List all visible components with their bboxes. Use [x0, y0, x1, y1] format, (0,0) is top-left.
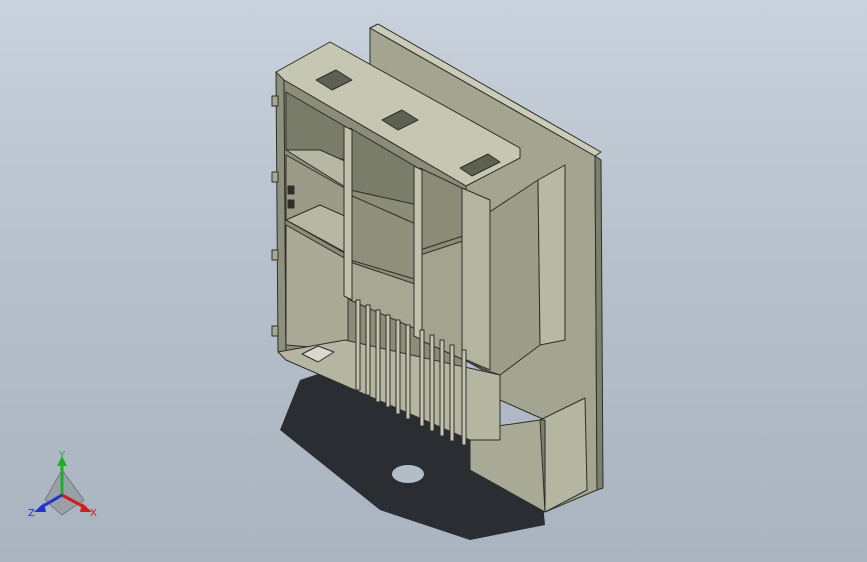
- pin: [365, 304, 371, 396]
- back-plate-edge: [594, 155, 604, 491]
- pin: [449, 344, 455, 442]
- z-axis-arrow: [34, 503, 46, 512]
- pin: [385, 314, 391, 408]
- axis-triad: Y X Z: [28, 450, 97, 519]
- pin: [405, 324, 411, 420]
- pin: [439, 339, 445, 437]
- wall-hole-1: [287, 185, 295, 195]
- pin: [375, 309, 381, 403]
- tab: [271, 325, 279, 337]
- pin: [429, 334, 435, 432]
- tab: [271, 171, 279, 183]
- divider-mid: [413, 165, 423, 341]
- wall-hole-2: [287, 199, 295, 209]
- tab: [271, 95, 279, 107]
- pin: [461, 349, 467, 446]
- x-axis-label: X: [90, 508, 97, 519]
- triad-base: [44, 469, 85, 516]
- z-axis-label: Z: [28, 508, 35, 519]
- tab: [271, 249, 279, 261]
- right-column-side: [537, 164, 566, 346]
- model-view[interactable]: Y X Z: [0, 0, 867, 562]
- pin: [395, 319, 401, 415]
- right-column-front: [484, 179, 541, 376]
- pin: [419, 329, 425, 427]
- divider-left: [343, 125, 353, 301]
- graphics-viewport[interactable]: Y X Z: [0, 0, 867, 562]
- divider-right: [461, 187, 491, 371]
- y-axis-label: Y: [58, 450, 66, 461]
- pin: [355, 299, 361, 391]
